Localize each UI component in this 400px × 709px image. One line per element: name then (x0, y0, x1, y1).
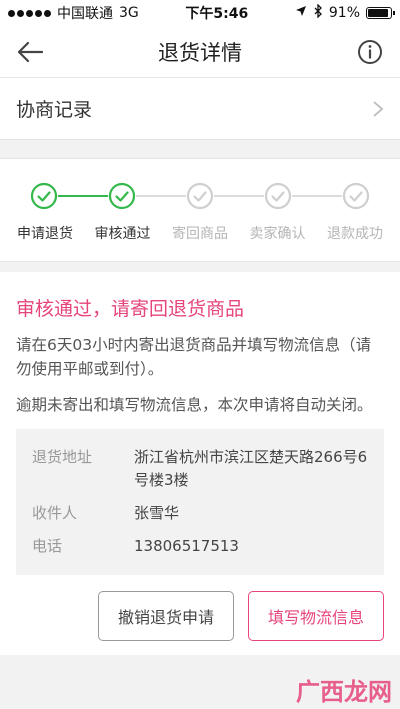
step-5-check-icon (342, 182, 370, 210)
step-label: 寄回商品 (172, 226, 228, 242)
page-title: 退货详情 (158, 40, 242, 65)
status-headline: 审核通过，请寄回退货商品 (16, 298, 245, 320)
address-value: 浙江省杭州市滨江区楚天路266号6号楼3楼 (134, 448, 368, 489)
fill-logistics-button[interactable]: 填写物流信息 (248, 591, 384, 641)
step-label: 退款成功 (327, 226, 383, 242)
battery-level-fill (368, 9, 388, 17)
info-button[interactable] (354, 36, 386, 68)
back-button[interactable] (14, 36, 46, 68)
action-buttons: 撤销退货申请 填写物流信息 (16, 591, 384, 641)
location-arrow-icon (295, 5, 307, 21)
progress-steps: 申请退货 审核通过 寄回商品 卖家确认 退款成功 (0, 158, 400, 262)
bluetooth-icon (313, 3, 323, 22)
auto-close-text: 逾期未寄出和填写物流信息，本次申请将自动关闭。 (16, 396, 373, 414)
cancel-return-button[interactable]: 撤销退货申请 (98, 591, 234, 641)
chevron-right-icon (373, 100, 384, 117)
network-type: 3G (119, 5, 139, 21)
address-label: 退货地址 (32, 448, 93, 466)
negotiation-record-row[interactable]: 协商记录 (0, 78, 400, 140)
phone-label: 电话 (32, 537, 63, 555)
carrier-name: 中国联通 (57, 6, 113, 22)
return-instructions: 审核通过，请寄回退货商品 请在6天03小时内寄出退货商品并填写物流信息（请勿使用… (0, 272, 400, 655)
step-label: 卖家确认 (249, 226, 306, 242)
battery-percent: 91% (328, 5, 360, 21)
info-icon (358, 39, 382, 64)
battery-icon (366, 7, 395, 19)
step-label: 申请退货 (17, 226, 73, 242)
receiver-value: 张雪华 (134, 504, 180, 522)
back-arrow-icon (17, 41, 44, 62)
status-left: 中国联通 3G (8, 3, 139, 23)
steps-line (30, 181, 370, 211)
signal-strength-icon (8, 9, 51, 17)
status-bar: 中国联通 3G 下午5:46 91% (0, 0, 400, 26)
step-2-check-icon (108, 182, 136, 210)
phone-row: 电话 13806517513 (32, 530, 368, 563)
step-1-check-icon (30, 182, 58, 210)
status-time: 下午5:46 (185, 6, 249, 22)
watermark-logo: 广西龙网 (296, 678, 392, 706)
negotiation-record-label: 协商记录 (16, 99, 93, 121)
step-4-check-icon (264, 182, 292, 210)
step-label: 审核通过 (94, 226, 151, 242)
step-labels: 申请退货 审核通过 寄回商品 卖家确认 退款成功 (0, 223, 400, 243)
status-right: 91% (295, 3, 395, 22)
receiver-row: 收件人 张雪华 (32, 497, 368, 530)
phone-value: 13806517513 (134, 537, 239, 555)
step-3-check-icon (186, 182, 214, 210)
navigation-bar: 退货详情 (0, 26, 400, 78)
receiver-label: 收件人 (32, 504, 78, 522)
deadline-text: 请在6天03小时内寄出退货商品并填写物流信息（请勿使用平邮或到付）。 (16, 336, 372, 378)
address-row: 退货地址 浙江省杭州市滨江区楚天路266号6号楼3楼 (32, 441, 368, 497)
return-address-box: 退货地址 浙江省杭州市滨江区楚天路266号6号楼3楼 收件人 张雪华 电话 13… (16, 429, 384, 575)
